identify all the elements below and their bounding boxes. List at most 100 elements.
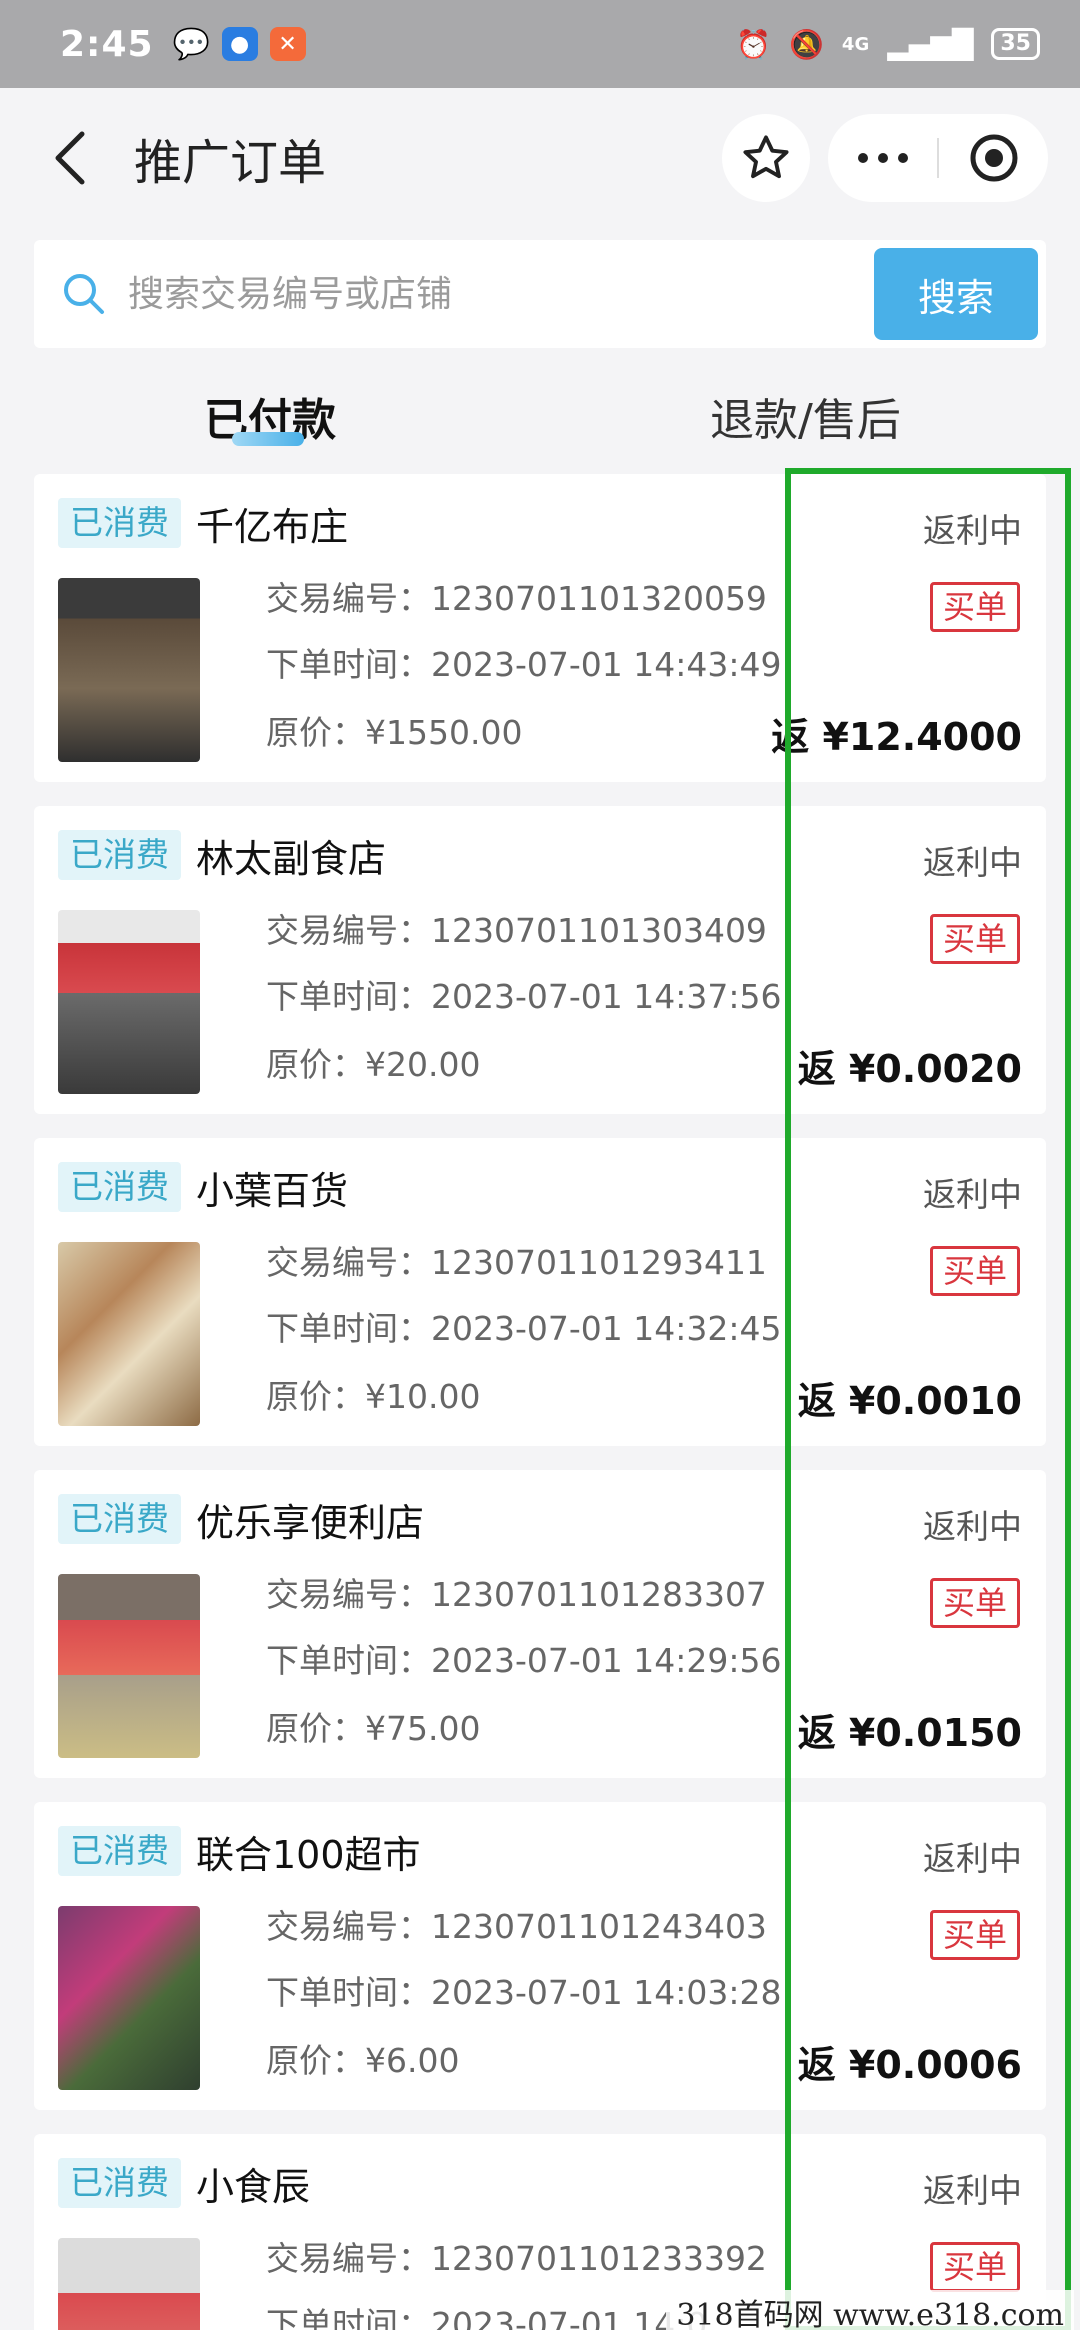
order-time-row: 下单时间：2023-07-01 14:37:56 [266,970,781,1018]
price-label: 原价： [266,2041,365,2080]
order-type-tag: 买单 [929,1910,1020,1960]
order-card[interactable]: 已消费 优乐享便利店 返利中 交易编号：1230701101283307 下单时… [34,1470,1046,1778]
page-title: 推广订单 [134,135,327,191]
shop-photo [58,910,200,1094]
rebate-status: 返利中 [923,843,1022,882]
rebate-status: 返利中 [923,1507,1022,1546]
trade-number-label: 交易编号： [266,579,431,618]
trade-number-value: 1230701101243403 [431,1907,767,1946]
shop-photo [58,1242,200,1426]
search-button[interactable]: 搜索 [874,248,1038,340]
price-row: 原价：¥20.00 [266,1038,480,1086]
tab-refund[interactable]: 退款/售后 [710,384,901,448]
price-row: 原价：¥10.00 [266,1370,480,1418]
shop-name: 林太副食店 [196,837,387,881]
app-notification-icon-2: ✕ [269,27,306,61]
order-card[interactable]: 已消费 千亿布庄 返利中 交易编号：1230701101320059 下单时间：… [34,474,1046,782]
rebate-amount: 返 ¥0.0020 [797,1047,1022,1091]
rebate-amount: 返 ¥0.0150 [797,1711,1022,1755]
battery-icon: 35 [991,28,1040,60]
price-row: 原价：¥6.00 [266,2034,459,2082]
trade-number-row: 交易编号：1230701101283307 [266,1568,767,1616]
app-notification-icon: ● [221,27,258,61]
alarm-icon: ⏰ [736,27,772,61]
price-value: ¥20.00 [365,1045,481,1084]
order-time-row: 下单时间：2023-07-01 14:03:28 [266,1966,781,2014]
order-time-row: 下单时间：2023-07-01 14:32:45 [266,1302,781,1350]
trade-number-label: 交易编号： [266,911,431,950]
rebate-status: 返利中 [923,1839,1022,1878]
shop-photo [58,2238,200,2330]
order-type-tag: 买单 [929,1578,1020,1628]
nav-bar: 推广订单 [0,88,1080,228]
close-mini-program-button[interactable] [939,132,1048,184]
order-time-label: 下单时间： [266,1973,431,2012]
trade-number-value: 1230701101283307 [431,1575,767,1614]
price-label: 原价： [266,1377,365,1416]
price-value: ¥75.00 [365,1709,481,1748]
trade-number-value: 1230701101293411 [431,1243,767,1282]
status-bar: 2:45 💬 ● ✕ ⏰ 🔕 4G ▂▄▆█ 35 [0,0,1080,88]
trade-number-value: 1230701101233392 [431,2239,767,2278]
order-time-value: 2023-07-01 14:03:28 [431,1973,782,2012]
trade-number-value: 1230701101303409 [431,911,767,950]
mute-icon: 🔕 [789,27,824,61]
price-label: 原价： [266,1709,365,1748]
signal-icon: ▂▄▆█ [887,27,974,61]
search-bar: 搜索 [34,240,1046,348]
active-tab-indicator [232,432,304,446]
shop-photo [58,578,200,762]
order-type-tag: 买单 [929,582,1020,632]
trade-number-row: 交易编号：1230701101303409 [266,904,767,952]
network-label: 4G [841,33,870,55]
order-card[interactable]: 已消费 联合100超市 返利中 交易编号：1230701101243403 下单… [34,1802,1046,2110]
order-type-tag: 买单 [929,2242,1020,2292]
status-badge: 已消费 [58,498,181,548]
order-card[interactable]: 已消费 小葉百货 返利中 交易编号：1230701101293411 下单时间：… [34,1138,1046,1446]
rebate-status: 返利中 [923,1175,1022,1214]
mini-program-capsule [828,114,1048,202]
status-badge: 已消费 [58,830,181,880]
trade-number-label: 交易编号： [266,1575,431,1614]
rebate-status: 返利中 [923,2171,1022,2210]
status-badge: 已消费 [58,1826,181,1876]
order-tabs: 已付款 退款/售后 [0,370,1080,460]
favorite-button[interactable] [722,114,810,202]
chat-notification-icon: 💬 [172,26,211,62]
price-value: ¥6.00 [365,2041,460,2080]
shop-name: 优乐享便利店 [196,1501,425,1545]
search-icon [56,266,112,322]
order-time-row: 下单时间：2023-07-01 14:29:56 [266,1634,781,1682]
rebate-amount: 返 ¥0.0010 [797,1379,1022,1423]
shop-name: 千亿布庄 [196,505,349,549]
rebate-amount: 返 ¥12.4000 [771,715,1022,759]
trade-number-value: 1230701101320059 [431,579,767,618]
price-label: 原价： [266,713,365,752]
shop-photo [58,1574,200,1758]
search-input[interactable] [128,273,874,315]
order-time-label: 下单时间： [266,2305,431,2330]
shop-name: 联合100超市 [196,1833,421,1877]
status-badge: 已消费 [58,2158,181,2208]
status-badge: 已消费 [58,1494,181,1544]
target-icon [970,134,1017,182]
more-button[interactable] [828,150,937,166]
clock: 2:45 [60,23,154,65]
status-badge: 已消费 [58,1162,181,1212]
trade-number-label: 交易编号： [266,1907,431,1946]
chevron-left-icon [55,131,85,185]
order-time-label: 下单时间： [266,645,431,684]
order-card[interactable]: 已消费 林太副食店 返利中 交易编号：1230701101303409 下单时间… [34,806,1046,1114]
trade-number-label: 交易编号： [266,1243,431,1282]
back-button[interactable] [30,118,110,198]
rebate-status: 返利中 [923,511,1022,550]
order-time-value: 2023-07-01 14:37:56 [431,977,782,1016]
order-type-tag: 买单 [929,1246,1020,1296]
order-type-tag: 买单 [929,914,1020,964]
order-time-row: 下单时间：2023-07-01 14:0 [266,2298,707,2330]
shop-name: 小葉百货 [196,1169,349,1213]
order-time-value: 2023-07-01 14:29:56 [431,1641,782,1680]
order-time-value: 2023-07-01 14:43:49 [431,645,782,684]
price-row: 原价：¥1550.00 [266,706,522,754]
trade-number-row: 交易编号：1230701101320059 [266,572,767,620]
